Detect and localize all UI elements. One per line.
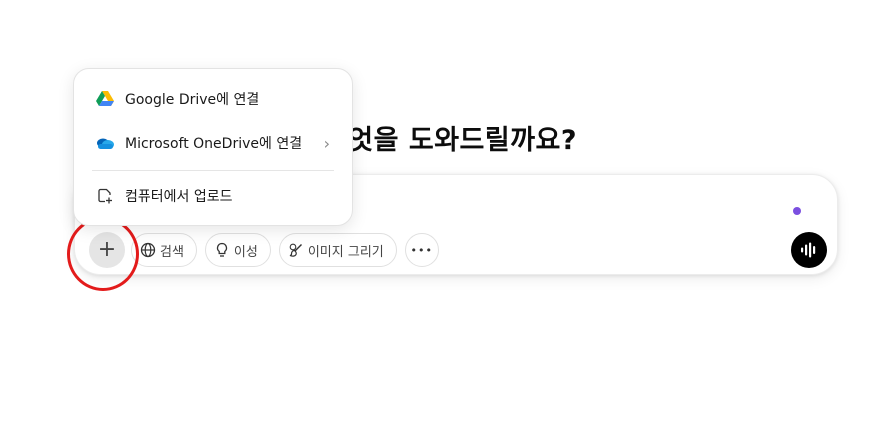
more-icon: ••• bbox=[410, 243, 433, 257]
chevron-right-icon: › bbox=[323, 133, 330, 153]
lightbulb-icon bbox=[216, 242, 227, 257]
menu-item-onedrive[interactable]: Microsoft OneDrive에 연결 › bbox=[82, 125, 344, 161]
composer-toolbar: + 검색 이성 이미지 그리기 ••• bbox=[89, 232, 439, 268]
menu-item-google-drive[interactable]: Google Drive에 연결 bbox=[82, 81, 344, 117]
search-tool-button[interactable]: 검색 bbox=[131, 233, 197, 267]
menu-divider bbox=[92, 170, 334, 171]
attach-menu: Google Drive에 연결 Microsoft OneDrive에 연결 … bbox=[73, 68, 353, 226]
waveform-icon bbox=[801, 242, 816, 258]
menu-item-label: Microsoft OneDrive에 연결 bbox=[125, 136, 303, 152]
voice-mode-button[interactable] bbox=[791, 232, 827, 268]
menu-item-label: Google Drive에 연결 bbox=[125, 92, 260, 108]
google-drive-icon bbox=[94, 88, 116, 110]
reason-tool-label: 이성 bbox=[233, 244, 258, 260]
draw-image-tool-label: 이미지 그리기 bbox=[307, 244, 384, 260]
brush-icon bbox=[289, 243, 302, 257]
menu-item-label: 컴퓨터에서 업로드 bbox=[125, 189, 233, 205]
onedrive-icon bbox=[94, 132, 116, 154]
menu-item-upload-computer[interactable]: 컴퓨터에서 업로드 bbox=[82, 178, 344, 214]
plus-icon: + bbox=[97, 237, 117, 262]
globe-icon bbox=[140, 242, 156, 258]
reason-tool-button[interactable]: 이성 bbox=[204, 233, 271, 267]
search-tool-label: 검색 bbox=[160, 244, 184, 260]
upload-from-computer-icon bbox=[94, 185, 116, 207]
draw-image-tool-button[interactable]: 이미지 그리기 bbox=[278, 233, 397, 267]
more-tools-button[interactable]: ••• bbox=[404, 233, 439, 267]
attach-plus-button[interactable]: + bbox=[89, 232, 125, 268]
status-dot bbox=[793, 207, 801, 215]
